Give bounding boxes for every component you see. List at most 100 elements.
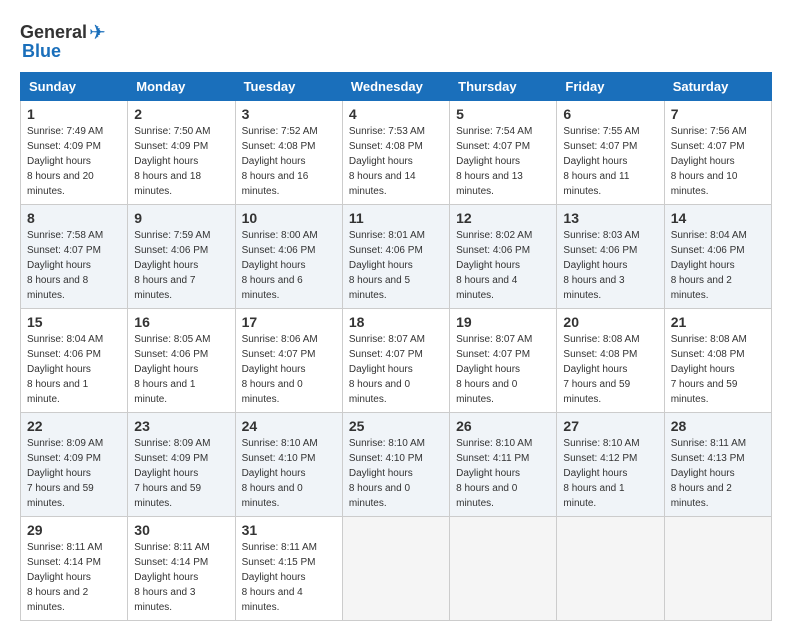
calendar-day-cell: 18 Sunrise: 8:07 AM Sunset: 4:07 PM Dayl…: [342, 309, 449, 413]
day-info: Sunrise: 7:55 AM Sunset: 4:07 PM Dayligh…: [563, 126, 639, 197]
calendar-day-cell: 6 Sunrise: 7:55 AM Sunset: 4:07 PM Dayli…: [557, 101, 664, 205]
day-number: 15: [27, 314, 121, 330]
day-number: 23: [134, 418, 228, 434]
calendar-day-cell: 12 Sunrise: 8:02 AM Sunset: 4:06 PM Dayl…: [450, 205, 557, 309]
weekday-header-saturday: Saturday: [664, 73, 771, 101]
day-info: Sunrise: 7:53 AM Sunset: 4:08 PM Dayligh…: [349, 126, 425, 197]
logo-text-general: General: [20, 22, 87, 43]
weekday-header-wednesday: Wednesday: [342, 73, 449, 101]
day-number: 5: [456, 106, 550, 122]
day-number: 16: [134, 314, 228, 330]
day-info: Sunrise: 8:11 AM Sunset: 4:13 PM Dayligh…: [671, 438, 746, 509]
day-number: 19: [456, 314, 550, 330]
day-number: 29: [27, 522, 121, 538]
day-number: 17: [242, 314, 336, 330]
calendar-day-cell: 20 Sunrise: 8:08 AM Sunset: 4:08 PM Dayl…: [557, 309, 664, 413]
day-info: Sunrise: 8:04 AM Sunset: 4:06 PM Dayligh…: [27, 334, 103, 405]
day-info: Sunrise: 8:08 AM Sunset: 4:08 PM Dayligh…: [671, 334, 747, 405]
day-info: Sunrise: 7:59 AM Sunset: 4:06 PM Dayligh…: [134, 230, 210, 301]
logo-text-blue: Blue: [22, 41, 61, 62]
weekday-header-row: SundayMondayTuesdayWednesdayThursdayFrid…: [21, 73, 772, 101]
day-info: Sunrise: 8:10 AM Sunset: 4:12 PM Dayligh…: [563, 438, 639, 509]
day-info: Sunrise: 8:07 AM Sunset: 4:07 PM Dayligh…: [349, 334, 425, 405]
empty-cell: [664, 517, 771, 621]
calendar-day-cell: 4 Sunrise: 7:53 AM Sunset: 4:08 PM Dayli…: [342, 101, 449, 205]
day-number: 28: [671, 418, 765, 434]
day-number: 26: [456, 418, 550, 434]
calendar-week-row: 29 Sunrise: 8:11 AM Sunset: 4:14 PM Dayl…: [21, 517, 772, 621]
logo: General ✈ Blue: [20, 20, 106, 62]
day-info: Sunrise: 7:54 AM Sunset: 4:07 PM Dayligh…: [456, 126, 532, 197]
calendar-day-cell: 7 Sunrise: 7:56 AM Sunset: 4:07 PM Dayli…: [664, 101, 771, 205]
calendar-day-cell: 21 Sunrise: 8:08 AM Sunset: 4:08 PM Dayl…: [664, 309, 771, 413]
calendar-day-cell: 25 Sunrise: 8:10 AM Sunset: 4:10 PM Dayl…: [342, 413, 449, 517]
calendar-day-cell: 17 Sunrise: 8:06 AM Sunset: 4:07 PM Dayl…: [235, 309, 342, 413]
calendar-day-cell: 8 Sunrise: 7:58 AM Sunset: 4:07 PM Dayli…: [21, 205, 128, 309]
day-info: Sunrise: 7:49 AM Sunset: 4:09 PM Dayligh…: [27, 126, 103, 197]
day-number: 4: [349, 106, 443, 122]
weekday-header-sunday: Sunday: [21, 73, 128, 101]
calendar-day-cell: 28 Sunrise: 8:11 AM Sunset: 4:13 PM Dayl…: [664, 413, 771, 517]
empty-cell: [557, 517, 664, 621]
day-info: Sunrise: 8:10 AM Sunset: 4:10 PM Dayligh…: [242, 438, 318, 509]
calendar-day-cell: 13 Sunrise: 8:03 AM Sunset: 4:06 PM Dayl…: [557, 205, 664, 309]
day-number: 22: [27, 418, 121, 434]
weekday-header-friday: Friday: [557, 73, 664, 101]
calendar-day-cell: 30 Sunrise: 8:11 AM Sunset: 4:14 PM Dayl…: [128, 517, 235, 621]
calendar-week-row: 22 Sunrise: 8:09 AM Sunset: 4:09 PM Dayl…: [21, 413, 772, 517]
day-info: Sunrise: 8:01 AM Sunset: 4:06 PM Dayligh…: [349, 230, 425, 301]
day-number: 27: [563, 418, 657, 434]
day-info: Sunrise: 7:50 AM Sunset: 4:09 PM Dayligh…: [134, 126, 210, 197]
day-number: 12: [456, 210, 550, 226]
day-info: Sunrise: 8:08 AM Sunset: 4:08 PM Dayligh…: [563, 334, 639, 405]
day-info: Sunrise: 8:09 AM Sunset: 4:09 PM Dayligh…: [134, 438, 210, 509]
day-number: 31: [242, 522, 336, 538]
day-number: 14: [671, 210, 765, 226]
calendar-day-cell: 26 Sunrise: 8:10 AM Sunset: 4:11 PM Dayl…: [450, 413, 557, 517]
day-number: 11: [349, 210, 443, 226]
logo-bird-icon: ✈: [89, 20, 106, 45]
day-number: 1: [27, 106, 121, 122]
day-number: 30: [134, 522, 228, 538]
day-number: 2: [134, 106, 228, 122]
calendar-day-cell: 3 Sunrise: 7:52 AM Sunset: 4:08 PM Dayli…: [235, 101, 342, 205]
day-info: Sunrise: 8:11 AM Sunset: 4:14 PM Dayligh…: [134, 542, 209, 613]
day-number: 7: [671, 106, 765, 122]
calendar-day-cell: 23 Sunrise: 8:09 AM Sunset: 4:09 PM Dayl…: [128, 413, 235, 517]
day-number: 21: [671, 314, 765, 330]
day-number: 20: [563, 314, 657, 330]
day-number: 9: [134, 210, 228, 226]
page-header: General ✈ Blue: [20, 20, 772, 62]
calendar-day-cell: 2 Sunrise: 7:50 AM Sunset: 4:09 PM Dayli…: [128, 101, 235, 205]
empty-cell: [342, 517, 449, 621]
weekday-header-monday: Monday: [128, 73, 235, 101]
calendar-day-cell: 31 Sunrise: 8:11 AM Sunset: 4:15 PM Dayl…: [235, 517, 342, 621]
empty-cell: [450, 517, 557, 621]
calendar-day-cell: 5 Sunrise: 7:54 AM Sunset: 4:07 PM Dayli…: [450, 101, 557, 205]
day-number: 13: [563, 210, 657, 226]
calendar-day-cell: 9 Sunrise: 7:59 AM Sunset: 4:06 PM Dayli…: [128, 205, 235, 309]
day-info: Sunrise: 8:07 AM Sunset: 4:07 PM Dayligh…: [456, 334, 532, 405]
day-info: Sunrise: 8:09 AM Sunset: 4:09 PM Dayligh…: [27, 438, 103, 509]
day-info: Sunrise: 8:10 AM Sunset: 4:10 PM Dayligh…: [349, 438, 425, 509]
calendar-day-cell: 22 Sunrise: 8:09 AM Sunset: 4:09 PM Dayl…: [21, 413, 128, 517]
day-number: 18: [349, 314, 443, 330]
day-info: Sunrise: 8:11 AM Sunset: 4:14 PM Dayligh…: [27, 542, 102, 613]
calendar-day-cell: 10 Sunrise: 8:00 AM Sunset: 4:06 PM Dayl…: [235, 205, 342, 309]
day-info: Sunrise: 8:05 AM Sunset: 4:06 PM Dayligh…: [134, 334, 210, 405]
calendar-day-cell: 19 Sunrise: 8:07 AM Sunset: 4:07 PM Dayl…: [450, 309, 557, 413]
day-number: 25: [349, 418, 443, 434]
day-number: 10: [242, 210, 336, 226]
calendar-day-cell: 14 Sunrise: 8:04 AM Sunset: 4:06 PM Dayl…: [664, 205, 771, 309]
calendar-day-cell: 16 Sunrise: 8:05 AM Sunset: 4:06 PM Dayl…: [128, 309, 235, 413]
calendar-day-cell: 15 Sunrise: 8:04 AM Sunset: 4:06 PM Dayl…: [21, 309, 128, 413]
day-info: Sunrise: 7:52 AM Sunset: 4:08 PM Dayligh…: [242, 126, 318, 197]
day-number: 8: [27, 210, 121, 226]
calendar-day-cell: 27 Sunrise: 8:10 AM Sunset: 4:12 PM Dayl…: [557, 413, 664, 517]
day-number: 3: [242, 106, 336, 122]
day-info: Sunrise: 8:03 AM Sunset: 4:06 PM Dayligh…: [563, 230, 639, 301]
day-info: Sunrise: 8:00 AM Sunset: 4:06 PM Dayligh…: [242, 230, 318, 301]
day-info: Sunrise: 8:11 AM Sunset: 4:15 PM Dayligh…: [242, 542, 317, 613]
weekday-header-thursday: Thursday: [450, 73, 557, 101]
day-info: Sunrise: 8:10 AM Sunset: 4:11 PM Dayligh…: [456, 438, 532, 509]
